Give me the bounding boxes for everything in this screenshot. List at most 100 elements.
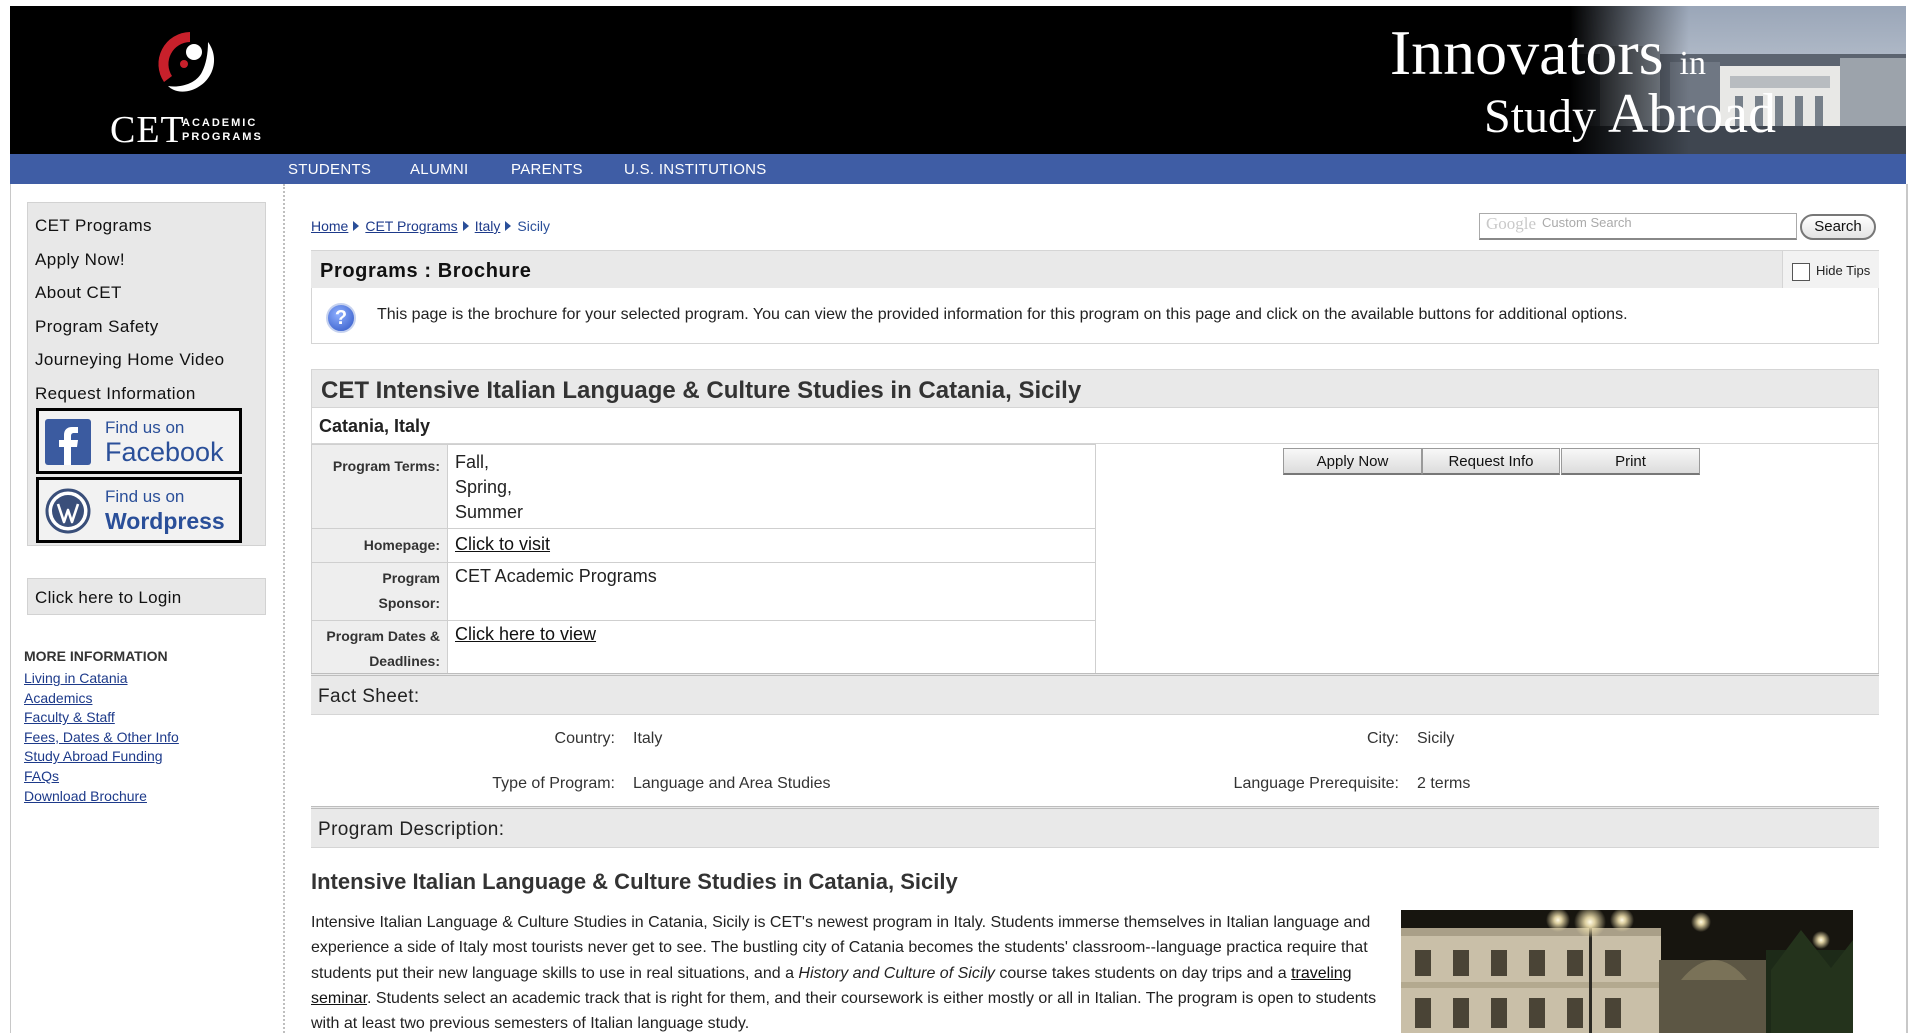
dates-link[interactable]: Click here to view	[455, 624, 596, 644]
program-location: Catania, Italy	[319, 416, 431, 436]
hide-tips-checkbox[interactable]	[1792, 263, 1810, 281]
description-text-2: course takes students on day trips and a	[994, 964, 1292, 982]
google-logo: Google	[1486, 214, 1537, 233]
print-button[interactable]: Print	[1561, 448, 1700, 475]
search-input[interactable]: Google Custom Search	[1479, 213, 1797, 240]
homepage-label: Homepage:	[311, 528, 448, 563]
logo-subtext: ACADEMIC PROGRAMS	[182, 116, 263, 144]
dates-value: Click here to view	[447, 620, 1096, 679]
sidebar-item-program-safety[interactable]: Program Safety	[35, 317, 159, 337]
wordpress-icon	[45, 488, 91, 534]
program-title: CET Intensive Italian Language & Culture…	[321, 377, 1082, 404]
description-heading: Intensive Italian Language & Culture Stu…	[311, 869, 958, 894]
city-label: City:	[1367, 730, 1399, 747]
program-title-bar: CET Intensive Italian Language & Culture…	[311, 369, 1879, 408]
page-title: Programs : Brochure	[320, 260, 532, 282]
language-prerequisite-value: 2 terms	[1417, 775, 1471, 792]
page-left-border	[10, 184, 11, 1033]
dates-label: Program Dates & Deadlines:	[311, 620, 448, 679]
program-description-title: Program Description:	[318, 819, 505, 840]
sidebar-divider	[283, 184, 285, 1033]
facebook-icon	[45, 419, 91, 465]
facebook-badge-line-1: Find us on	[105, 418, 185, 437]
slogan-word-study: Study	[1484, 90, 1597, 143]
logo-subtext-line-1: ACADEMIC	[182, 117, 258, 129]
link-faculty-staff[interactable]: Faculty & Staff	[24, 708, 179, 728]
more-information: MORE INFORMATION Living in Catania Acade…	[24, 648, 179, 806]
sidebar-item-request-information[interactable]: Request Information	[35, 384, 196, 404]
header-slogan: Innovators in Study Abroad	[1146, 16, 1776, 146]
fact-sheet-header: Fact Sheet:	[311, 673, 1879, 715]
logo-subtext-line-2: PROGRAMS	[182, 131, 263, 143]
wordpress-badge[interactable]: Find us on Wordpress	[36, 477, 242, 543]
term-summer: Summer	[455, 502, 524, 522]
nav-alumni[interactable]: ALUMNI	[410, 161, 468, 178]
page-right-border	[1906, 184, 1908, 1033]
sidebar-item-apply-now[interactable]: Apply Now!	[35, 250, 125, 270]
slogan-word-in: in	[1679, 45, 1706, 82]
table-row: Program Terms: Fall, Spring, Summer	[311, 444, 1096, 529]
breadcrumb-sicily: Sicily	[517, 218, 551, 234]
homepage-value: Click to visit	[447, 528, 1096, 563]
breadcrumb: Home CET Programs Italy Sicily	[311, 218, 550, 234]
site-header: CET ACADEMIC PROGRAMS Innovators in Stud…	[10, 6, 1906, 154]
sidebar-item-journeying-home-video[interactable]: Journeying Home Video	[35, 350, 225, 370]
language-prerequisite-label: Language Prerequisite:	[1233, 775, 1399, 792]
slogan-word-abroad: Abroad	[1608, 83, 1776, 145]
link-fees-dates[interactable]: Fees, Dates & Other Info	[24, 728, 179, 748]
description-text-3: . Students select an academic track that…	[311, 989, 1377, 1033]
breadcrumb-arrow-icon	[462, 221, 469, 231]
breadcrumb-cet-programs[interactable]: CET Programs	[365, 218, 457, 234]
link-faqs[interactable]: FAQs	[24, 767, 179, 787]
description-body: Intensive Italian Language & Culture Stu…	[311, 910, 1401, 1033]
programs-header: Programs : Brochure Hide Tips	[311, 250, 1879, 289]
table-row: Homepage: Click to visit	[311, 528, 1096, 563]
link-download-brochure[interactable]: Download Brochure	[24, 787, 179, 807]
program-location-row: Catania, Italy	[311, 408, 1879, 444]
breadcrumb-home[interactable]: Home	[311, 218, 348, 234]
nav-students[interactable]: STUDENTS	[288, 161, 371, 178]
program-terms-value: Fall, Spring, Summer	[447, 444, 1096, 529]
dates-label-line-2: Deadlines:	[369, 653, 440, 669]
catania-night-photo	[1401, 910, 1853, 1033]
country-label: Country:	[554, 730, 615, 747]
nav-parents[interactable]: PARENTS	[511, 161, 583, 178]
table-row: Program Sponsor: CET Academic Programs	[311, 562, 1096, 621]
cet-logo[interactable]: CET ACADEMIC PROGRAMS	[100, 20, 280, 151]
sponsor-value: CET Academic Programs	[447, 562, 1096, 621]
tip-text: This page is the brochure for your selec…	[377, 306, 1628, 323]
breadcrumb-arrow-icon	[353, 221, 360, 231]
breadcrumb-italy[interactable]: Italy	[475, 218, 501, 234]
hide-tips-label: Hide Tips	[1816, 263, 1871, 278]
info-panel-border	[1096, 444, 1879, 673]
request-info-button[interactable]: Request Info	[1422, 448, 1560, 475]
apply-now-button[interactable]: Apply Now	[1283, 448, 1422, 475]
term-fall: Fall,	[455, 452, 490, 472]
program-info-table: Program Terms: Fall, Spring, Summer Home…	[311, 444, 1096, 679]
wordpress-badge-line-2: Wordpress	[105, 508, 225, 534]
sidebar-item-about-cet[interactable]: About CET	[35, 283, 122, 303]
breadcrumb-arrow-icon	[505, 221, 512, 231]
login-label: Click here to Login	[35, 588, 182, 607]
city-value: Sicily	[1417, 730, 1455, 747]
hide-tips-toggle[interactable]: Hide Tips	[1782, 251, 1879, 289]
description-course-name: History and Culture of Sicily	[798, 964, 995, 982]
sidebar-item-cet-programs[interactable]: CET Programs	[35, 216, 152, 236]
program-type-label: Type of Program:	[492, 775, 615, 792]
search-button[interactable]: Search	[1800, 214, 1876, 240]
sponsor-label-line-2: Sponsor:	[378, 595, 440, 611]
logo-text: CET	[110, 109, 185, 151]
sponsor-label: Program Sponsor:	[311, 562, 448, 621]
link-study-abroad-funding[interactable]: Study Abroad Funding	[24, 747, 179, 767]
facebook-badge-line-2: Facebook	[105, 437, 224, 467]
program-description-header: Program Description:	[311, 806, 1879, 848]
slogan-word-innovators: Innovators	[1389, 17, 1664, 88]
facebook-badge[interactable]: Find us on Facebook	[36, 408, 242, 474]
link-academics[interactable]: Academics	[24, 689, 179, 709]
program-type-value: Language and Area Studies	[633, 775, 831, 792]
link-living-in-catania[interactable]: Living in Catania	[24, 669, 179, 689]
login-button[interactable]: Click here to Login	[27, 578, 266, 615]
homepage-link[interactable]: Click to visit	[455, 534, 550, 554]
top-nav: STUDENTS ALUMNI PARENTS U.S. INSTITUTION…	[10, 154, 1906, 184]
nav-us-institutions[interactable]: U.S. INSTITUTIONS	[624, 161, 767, 178]
